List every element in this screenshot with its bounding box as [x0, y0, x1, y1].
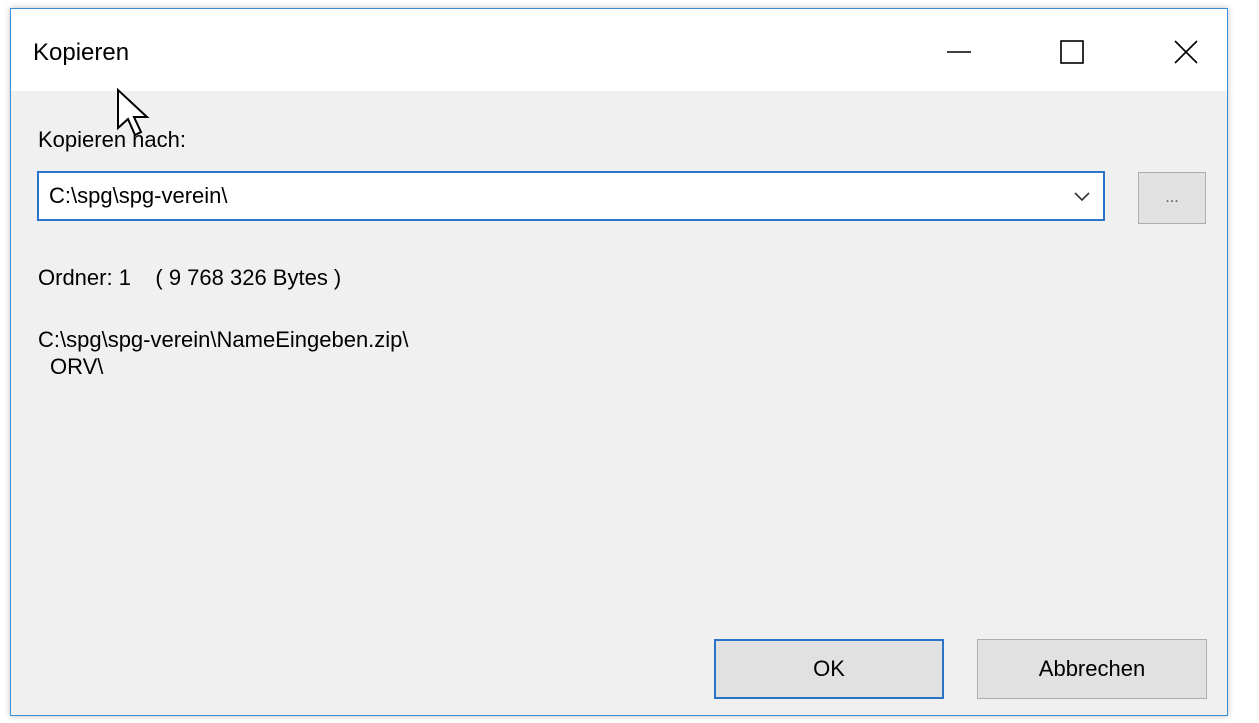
path-line: ORV\: [50, 354, 104, 379]
close-icon: [1174, 40, 1198, 64]
maximize-button[interactable]: [1037, 27, 1107, 77]
maximize-icon: [1060, 40, 1084, 64]
folder-info: Ordner: 1 ( 9 768 326 Bytes ): [38, 265, 342, 290]
title-bar[interactable]: Kopieren: [11, 9, 1227, 91]
path-line: C:\spg\spg-verein\NameEingeben.zip\: [38, 327, 409, 352]
window-title: Kopieren: [33, 39, 130, 66]
destination-value[interactable]: C:\spg\spg-verein\: [49, 183, 228, 209]
destination-label: Kopieren nach:: [38, 127, 186, 152]
ok-button[interactable]: OK: [714, 639, 944, 699]
minimize-icon: [947, 51, 971, 53]
chevron-down-icon[interactable]: [1071, 185, 1093, 207]
copy-dialog: Kopieren Kopieren nach: C:\spg\spg-verei…: [10, 8, 1228, 716]
browse-button[interactable]: ...: [1138, 172, 1206, 224]
destination-combobox[interactable]: C:\spg\spg-verein\: [37, 171, 1105, 221]
close-button[interactable]: [1151, 27, 1221, 77]
mouse-cursor-icon: [117, 88, 150, 137]
cancel-button[interactable]: Abbrechen: [977, 639, 1207, 699]
minimize-button[interactable]: [924, 27, 994, 77]
